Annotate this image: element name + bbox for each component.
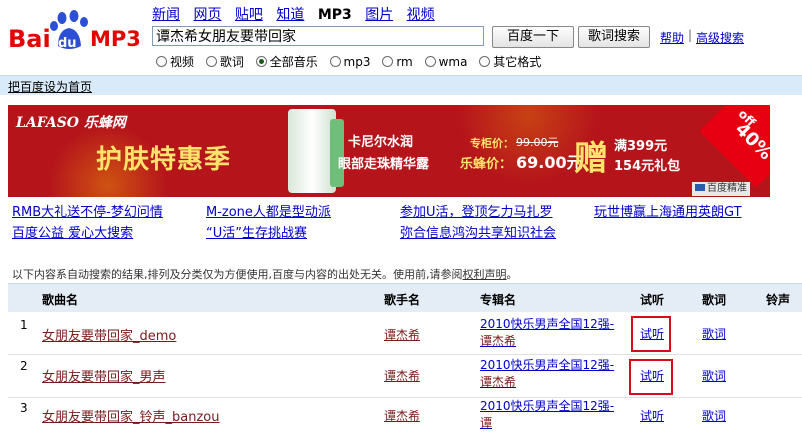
lyric-search-button[interactable]: 歌词搜索 <box>578 26 650 48</box>
nav-news[interactable]: 新闻 <box>152 7 180 23</box>
promo-link-4[interactable]: 玩世博赢上海通用英朗GT <box>594 201 742 220</box>
row-divider <box>8 397 802 398</box>
baidu-ad-tag: 百度精准 <box>692 182 750 196</box>
filter-other[interactable]: 其它格式 <box>479 53 541 70</box>
logo-text-bai: Bai <box>8 25 51 53</box>
nav-mp3-current: MP3 <box>317 7 352 23</box>
banner-gift-line2: 154元礼包 <box>614 159 681 174</box>
top-nav: 新闻 网页 贴吧 知道 MP3 图片 视频 <box>152 4 444 24</box>
set-homepage-link[interactable]: 把百度设为首页 <box>8 78 92 95</box>
banner-price-old: 99.00元 <box>516 136 559 149</box>
lyric-link[interactable]: 歌词 <box>702 367 726 384</box>
song-link[interactable]: 女朋友要带回家_demo <box>42 325 176 344</box>
banner-ad[interactable]: LAFASO 乐蜂网 护肤特惠季 卡尼尔水润 眼部走珠精华露 专柜价： 99.0… <box>8 105 770 197</box>
radio-icon <box>382 56 394 67</box>
album-link[interactable]: 2010快乐男声全国12强-谭杰希 <box>480 357 620 391</box>
filter-rm[interactable]: rm <box>382 55 413 69</box>
promo-link-6[interactable]: “U活”生存挑战赛 <box>206 222 307 241</box>
flag-icon <box>695 184 705 191</box>
nav-images[interactable]: 图片 <box>365 7 393 23</box>
banner-gift-char: 赠 <box>574 139 608 179</box>
sethome-bar <box>0 75 802 95</box>
nav-tieba[interactable]: 贴吧 <box>235 7 263 23</box>
baidu-mp3-logo[interactable]: Bai du MP3 <box>8 6 148 54</box>
promo-link-7[interactable]: 弥合信息鸿沟共享知识社会 <box>400 222 556 241</box>
header-listen: 试听 <box>640 293 665 307</box>
link-separator: | <box>688 28 693 42</box>
logo-text-mp3: MP3 <box>90 27 141 51</box>
filter-lyric[interactable]: 歌词 <box>205 53 244 70</box>
row-number: 2 <box>20 359 28 373</box>
row-number: 1 <box>20 318 28 332</box>
search-input[interactable]: 谭杰希女朋友要带回家 <box>152 26 484 46</box>
nav-zhidao[interactable]: 知道 <box>276 7 304 23</box>
banner-price-label: 专柜价： <box>470 137 514 150</box>
banner-price-new: 69.00元 <box>516 153 583 172</box>
banner-logo: LAFASO 乐蜂网 <box>16 115 126 131</box>
radio-checked-icon <box>255 56 267 67</box>
lyric-link[interactable]: 歌词 <box>702 325 726 342</box>
singer-link[interactable]: 谭杰希 <box>384 326 420 343</box>
banner-title: 护肤特惠季 <box>96 145 232 175</box>
promo-link-3[interactable]: 参加U活，登顶乞力马扎罗 <box>400 201 553 220</box>
baidu-search-button[interactable]: 百度一下 <box>492 26 574 48</box>
header-song: 歌曲名 <box>42 293 79 307</box>
radio-icon <box>156 56 167 67</box>
listen-link[interactable]: 试听 <box>640 325 664 342</box>
header-album: 专辑名 <box>480 293 517 307</box>
radio-icon <box>329 56 341 67</box>
header-ringtone: 铃声 <box>766 293 791 307</box>
banner-product-line1: 卡尼尔水润 <box>348 135 414 150</box>
logo-text-du: du <box>58 36 77 51</box>
filter-mp3[interactable]: mp3 <box>329 55 370 69</box>
row-divider <box>8 354 802 355</box>
filter-video[interactable]: 视频 <box>156 53 194 70</box>
row-number: 3 <box>20 401 28 415</box>
singer-link[interactable]: 谭杰希 <box>384 367 420 384</box>
filter-all-music[interactable]: 全部音乐 <box>255 53 318 70</box>
header-lyric: 歌词 <box>702 293 727 307</box>
disclaimer-notice: 以下内容系自动搜索的结果,排列及分类仅为方便使用,百度与内容的出处无关。使用前,… <box>12 268 518 281</box>
help-link[interactable]: 帮助 <box>660 29 684 46</box>
banner-gift-line1: 满399元 <box>614 139 668 154</box>
promo-link-1[interactable]: RMB大礼送不停-梦幻问情 <box>12 201 163 220</box>
rights-statement-link[interactable]: 权利声明 <box>463 268 507 281</box>
header-singer: 歌手名 <box>384 293 421 307</box>
filter-wma[interactable]: wma <box>424 55 467 69</box>
song-link[interactable]: 女朋友要带回家_男声 <box>42 366 166 385</box>
radio-icon <box>424 56 436 67</box>
album-link[interactable]: 2010快乐男声全国12强-谭 <box>480 398 620 432</box>
product-image <box>288 109 336 193</box>
banner-price2-label: 乐蜂价： <box>460 157 513 172</box>
promo-link-5[interactable]: 百度公益 爱心大搜索 <box>12 222 133 241</box>
radio-icon <box>479 56 491 67</box>
listen-link[interactable]: 试听 <box>640 367 664 384</box>
format-filter: 视频 歌词 全部音乐 mp3 rm wma 其它格式 <box>156 53 549 70</box>
advanced-search-link[interactable]: 高级搜索 <box>696 29 744 46</box>
banner-product-line2: 眼部走珠精华露 <box>338 157 430 172</box>
radio-icon <box>205 56 217 67</box>
promo-link-2[interactable]: M-zone人都是型动派 <box>206 201 331 220</box>
nav-web[interactable]: 网页 <box>193 7 221 23</box>
nav-video[interactable]: 视频 <box>407 7 435 23</box>
album-link[interactable]: 2010快乐男声全国12强-谭杰希 <box>480 316 620 350</box>
